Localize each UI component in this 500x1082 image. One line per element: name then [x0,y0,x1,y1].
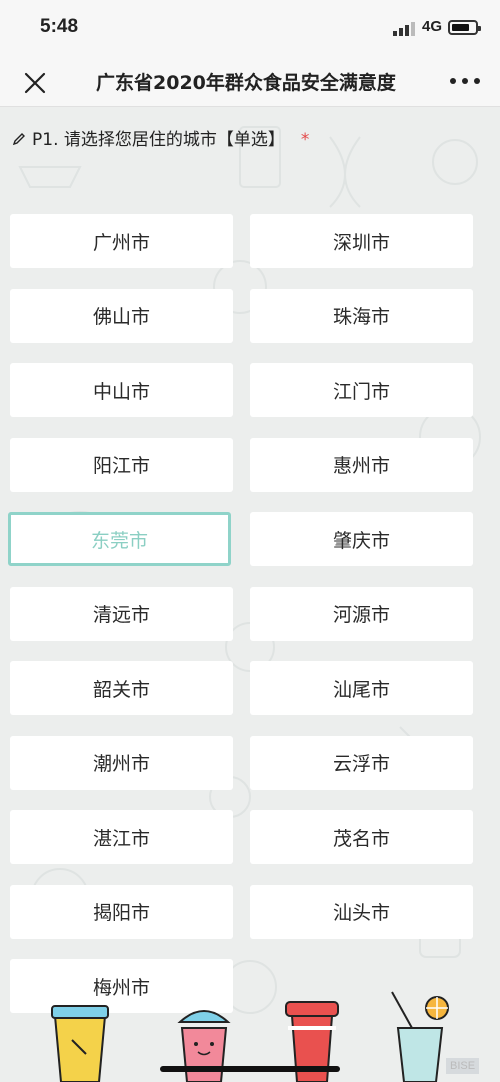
watermark: BISE [446,1058,480,1074]
status-bar: 5:48 4G [0,0,500,60]
option-button[interactable]: 惠州市 [250,437,473,492]
close-icon[interactable] [22,70,48,96]
home-indicator[interactable] [160,1066,340,1072]
status-time: 5:48 [40,16,79,37]
option-button[interactable]: 湛江市 [10,810,233,864]
pencil-icon [12,133,25,146]
more-icon[interactable] [450,78,480,86]
option-button[interactable]: 河源市 [250,586,473,641]
option-button[interactable]: 阳江市 [10,437,233,492]
battery-icon [448,20,481,35]
option-button[interactable]: 汕头市 [250,884,473,939]
question-title: P1. 请选择您居住的城市【单选】 * [12,125,309,150]
option-button[interactable]: 揭阳市 [10,884,233,939]
survey-content: P1. 请选择您居住的城市【单选】 * 广州市 深圳市 佛山市 珠海市 中山市 江门市 阳江市… [0,107,500,1082]
option-button[interactable]: 佛山市 [10,288,233,343]
option-button[interactable]: 肇庆市 [250,512,473,566]
option-button[interactable]: 清远市 [10,586,233,641]
cup-yellow-icon [51,1005,109,1082]
required-mark: * [300,130,310,150]
option-button[interactable]: 江门市 [250,363,473,417]
option-button[interactable]: 韶关市 [10,661,233,715]
signal-icon [393,22,417,36]
network-label: 4G [422,18,443,35]
option-button[interactable]: 广州市 [10,214,233,268]
option-button[interactable]: 茂名市 [250,810,473,864]
option-button[interactable]: 潮州市 [10,735,233,790]
option-button[interactable]: 东莞市 [8,512,231,566]
option-button[interactable]: 云浮市 [250,735,473,790]
page-title: 广东省2020年群众食品安全满意度 [96,72,396,94]
nav-bar: 广东省2020年群众食品安全满意度 [0,60,500,107]
option-button[interactable]: 深圳市 [250,214,473,268]
option-button[interactable]: 中山市 [10,363,233,417]
cup-glass-icon [391,991,449,1082]
question-text: P1. 请选择您居住的城市【单选】 [32,130,285,150]
option-button[interactable]: 汕尾市 [250,661,473,715]
option-button[interactable]: 珠海市 [250,288,473,343]
